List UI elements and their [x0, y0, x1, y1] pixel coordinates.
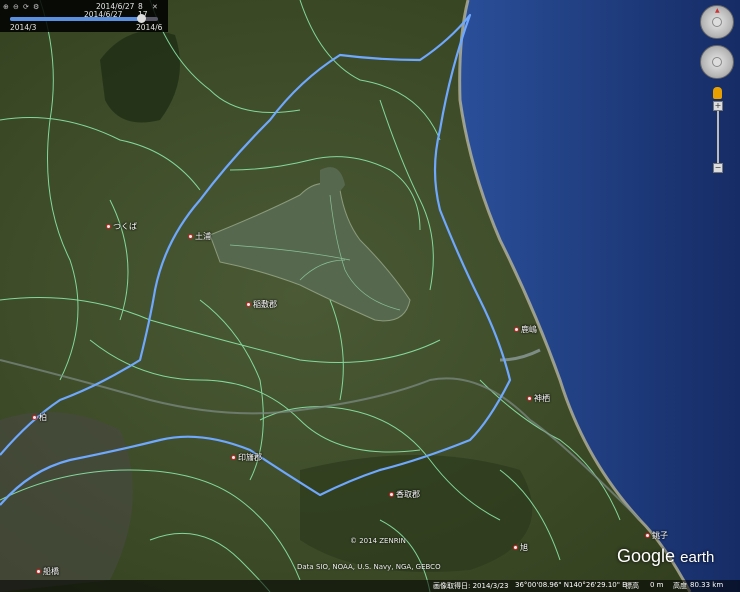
map-viewport[interactable]: つくば 土浦 稲敷郡 鹿嶋 神栖 柏 印旛郡 香取郡 銚子 旭 船橋 ⊕ ⊖ ⟳…: [0, 0, 740, 592]
place-label: 香取郡: [396, 490, 420, 499]
time-slider[interactable]: [10, 14, 158, 23]
place-label: 船橋: [43, 567, 59, 576]
place-label: 銚子: [652, 531, 668, 540]
zoom-out-icon[interactable]: −: [713, 163, 723, 173]
place-pin-icon: [106, 224, 111, 229]
place-pin-icon: [188, 234, 193, 239]
place-label: 神栖: [534, 394, 550, 403]
elevation-label: 標高: [625, 582, 639, 590]
place-kashiwa[interactable]: 柏: [32, 412, 47, 423]
place-pin-icon: [514, 327, 519, 332]
elevation: 0 m: [650, 581, 664, 589]
zoom-in-icon[interactable]: ⊕: [3, 3, 9, 11]
satellite-map[interactable]: [0, 0, 740, 592]
urban-area: [0, 412, 133, 592]
place-inba[interactable]: 印旛郡: [231, 452, 262, 463]
time-slider-fill: [10, 17, 141, 21]
place-tsukuba[interactable]: つくば: [106, 221, 137, 232]
place-pin-icon: [231, 455, 236, 460]
move-joystick-icon[interactable]: [700, 45, 734, 79]
place-pin-icon: [645, 533, 650, 538]
altitude: 80.33 km: [690, 581, 724, 589]
google-earth-logo: Google earth: [617, 546, 715, 566]
place-label: 旭: [520, 543, 528, 552]
longitude: 140°26'29.10" E: [569, 581, 627, 589]
place-kamisu[interactable]: 神栖: [527, 393, 550, 404]
place-inashiki[interactable]: 稲敷郡: [246, 299, 277, 310]
settings-icon[interactable]: ⚙: [33, 3, 39, 11]
place-label: 印旛郡: [238, 453, 262, 462]
navigation-controls: ▲ + −: [700, 5, 736, 175]
zoom-slider[interactable]: + −: [713, 101, 723, 173]
place-label: 土浦: [195, 232, 211, 241]
zoom-in-icon[interactable]: +: [713, 101, 723, 111]
place-pin-icon: [527, 396, 532, 401]
altitude-label: 高度: [673, 582, 687, 590]
place-funabashi[interactable]: 船橋: [36, 566, 59, 577]
wrench-icon[interactable]: ✕: [152, 3, 158, 11]
imagery-date: 画像取得日: 2014/3/23: [433, 582, 509, 590]
place-kashima[interactable]: 鹿嶋: [514, 324, 537, 335]
place-pin-icon: [513, 545, 518, 550]
refresh-icon[interactable]: ⟳: [23, 3, 29, 11]
place-katori[interactable]: 香取郡: [389, 489, 420, 500]
place-pin-icon: [32, 415, 37, 420]
place-pin-icon: [389, 492, 394, 497]
data-source-text: Data SIO, NOAA, U.S. Navy, NGA, GEBCO: [297, 563, 441, 571]
place-label: つくば: [113, 222, 137, 231]
zoom-out-icon[interactable]: ⊖: [13, 3, 19, 11]
place-asahi[interactable]: 旭: [513, 542, 528, 553]
look-joystick-icon[interactable]: ▲: [700, 5, 734, 39]
place-pin-icon: [246, 302, 251, 307]
pegman-icon[interactable]: [713, 87, 722, 99]
time-slider-knob[interactable]: [137, 14, 147, 23]
place-label: 柏: [39, 413, 47, 422]
status-bar: 画像取得日: 2014/3/23 36°00'08.96" N 140°26'2…: [0, 580, 740, 592]
place-label: 稲敷郡: [253, 300, 277, 309]
copyright-text: © 2014 ZENRIN: [350, 537, 406, 545]
place-pin-icon: [36, 569, 41, 574]
latitude: 36°00'08.96" N: [515, 581, 569, 589]
range-end: 2014/6: [136, 23, 163, 32]
range-start: 2014/3: [10, 23, 37, 32]
place-tsuchiura[interactable]: 土浦: [188, 231, 211, 242]
compass-icon[interactable]: ▲: [715, 7, 720, 14]
historical-imagery-timebar: ⊕ ⊖ ⟳ ⚙ 2014/6/27 8 ✕ 2014/6/27 17 2014/…: [0, 0, 168, 32]
place-label: 鹿嶋: [521, 325, 537, 334]
place-choshi[interactable]: 銚子: [645, 530, 668, 541]
